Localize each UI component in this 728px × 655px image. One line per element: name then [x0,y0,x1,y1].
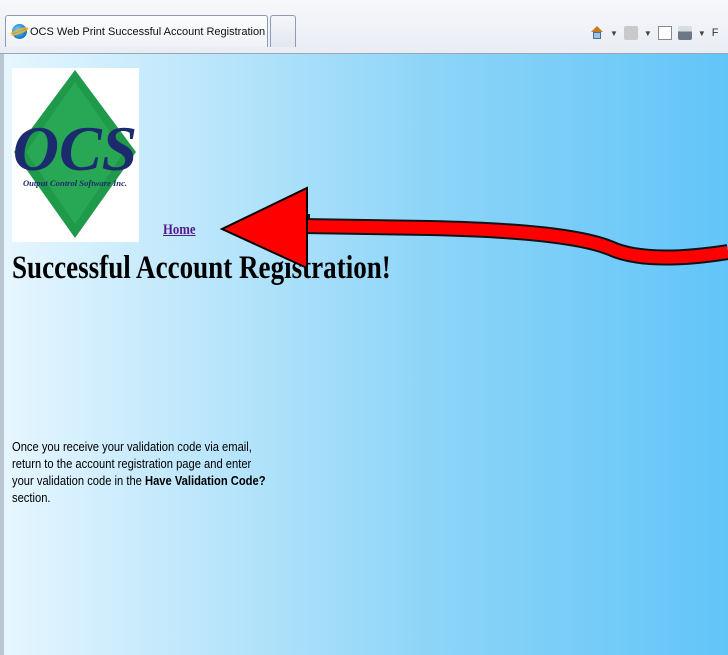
arrow-annotation [219,186,728,270]
